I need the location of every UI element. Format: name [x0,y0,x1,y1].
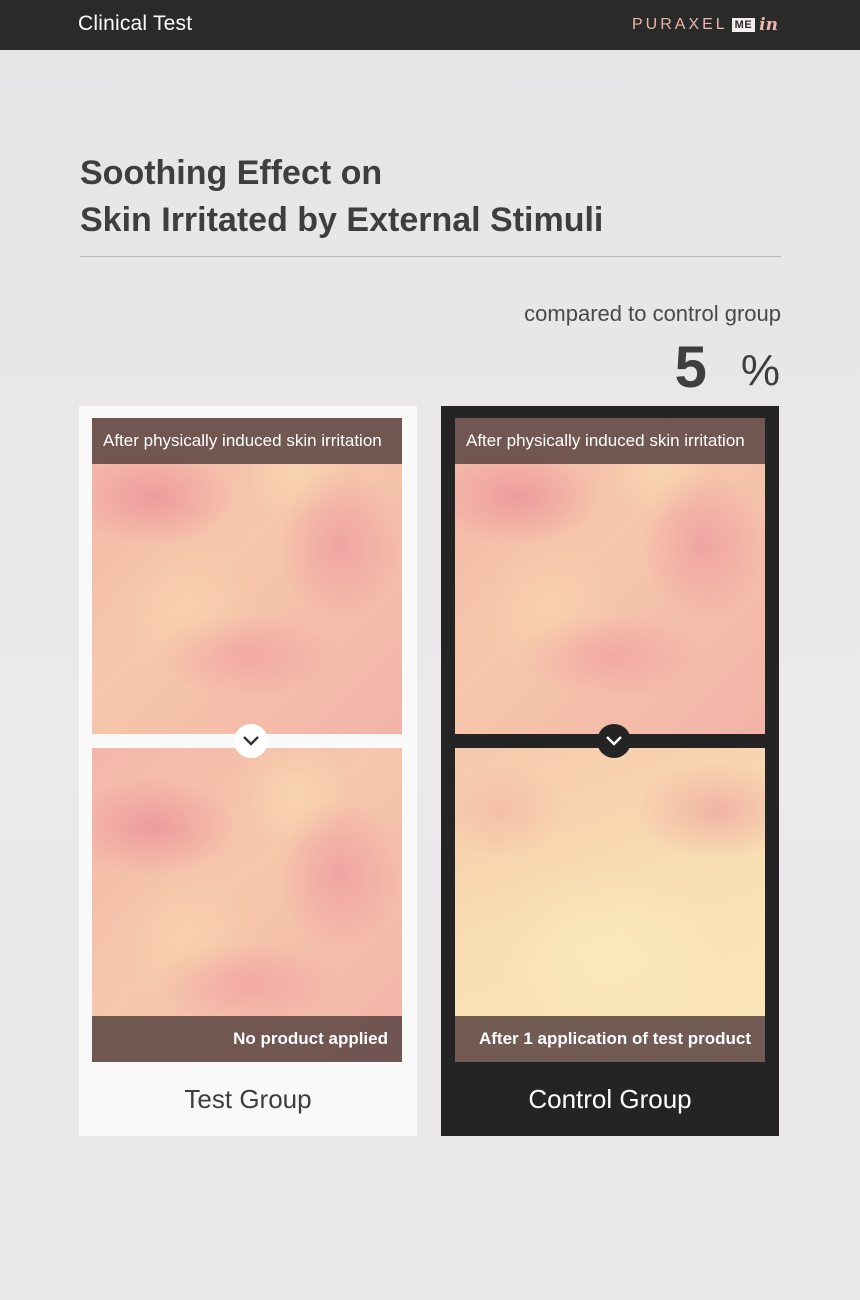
chevron-down-icon [234,724,268,758]
headline-line-2: Skin Irritated by External Stimuli [80,201,604,239]
control-group-card: After physically induced skin irritation… [441,406,779,1136]
test-group-name: Test Group [184,1084,312,1114]
headline-line-1: Soothing Effect on [80,154,383,192]
control-group-name: Control Group [528,1084,692,1114]
brand-logo-box: ME [731,18,756,32]
control-group-top-label: After physically induced skin irritation [455,418,765,464]
stat-unit: % [740,346,780,395]
test-group-top-label: After physically induced skin irritation [92,418,402,464]
test-group-bottom-label: No product applied [92,1016,402,1062]
stat-figure: 5 % [675,330,780,400]
control-group-before-photo: After physically induced skin irritation [455,418,765,734]
stat-value: 5 [674,335,707,400]
page-headline: Soothing Effect on Skin Irritated by Ext… [80,150,780,244]
brand-logo-word: PURAXEL [631,16,728,33]
test-group-card: After physically induced skin irritation… [79,406,417,1136]
test-group-before-photo: After physically induced skin irritation [92,418,402,734]
header-bar: Clinical Test PURAXEL ME in [0,0,860,50]
brand-logo: PURAXEL ME in [632,15,778,35]
test-group-after-photo: No product applied [92,748,402,1062]
control-group-bottom-label: After 1 application of test product [455,1016,765,1062]
headline-divider [80,256,781,257]
brand-logo-script: in [759,15,778,35]
header-title: Clinical Test [78,12,193,35]
chevron-down-icon [597,724,631,758]
control-group-after-photo: After 1 application of test product [455,748,765,1062]
stat-caption: compared to control group [524,301,781,326]
